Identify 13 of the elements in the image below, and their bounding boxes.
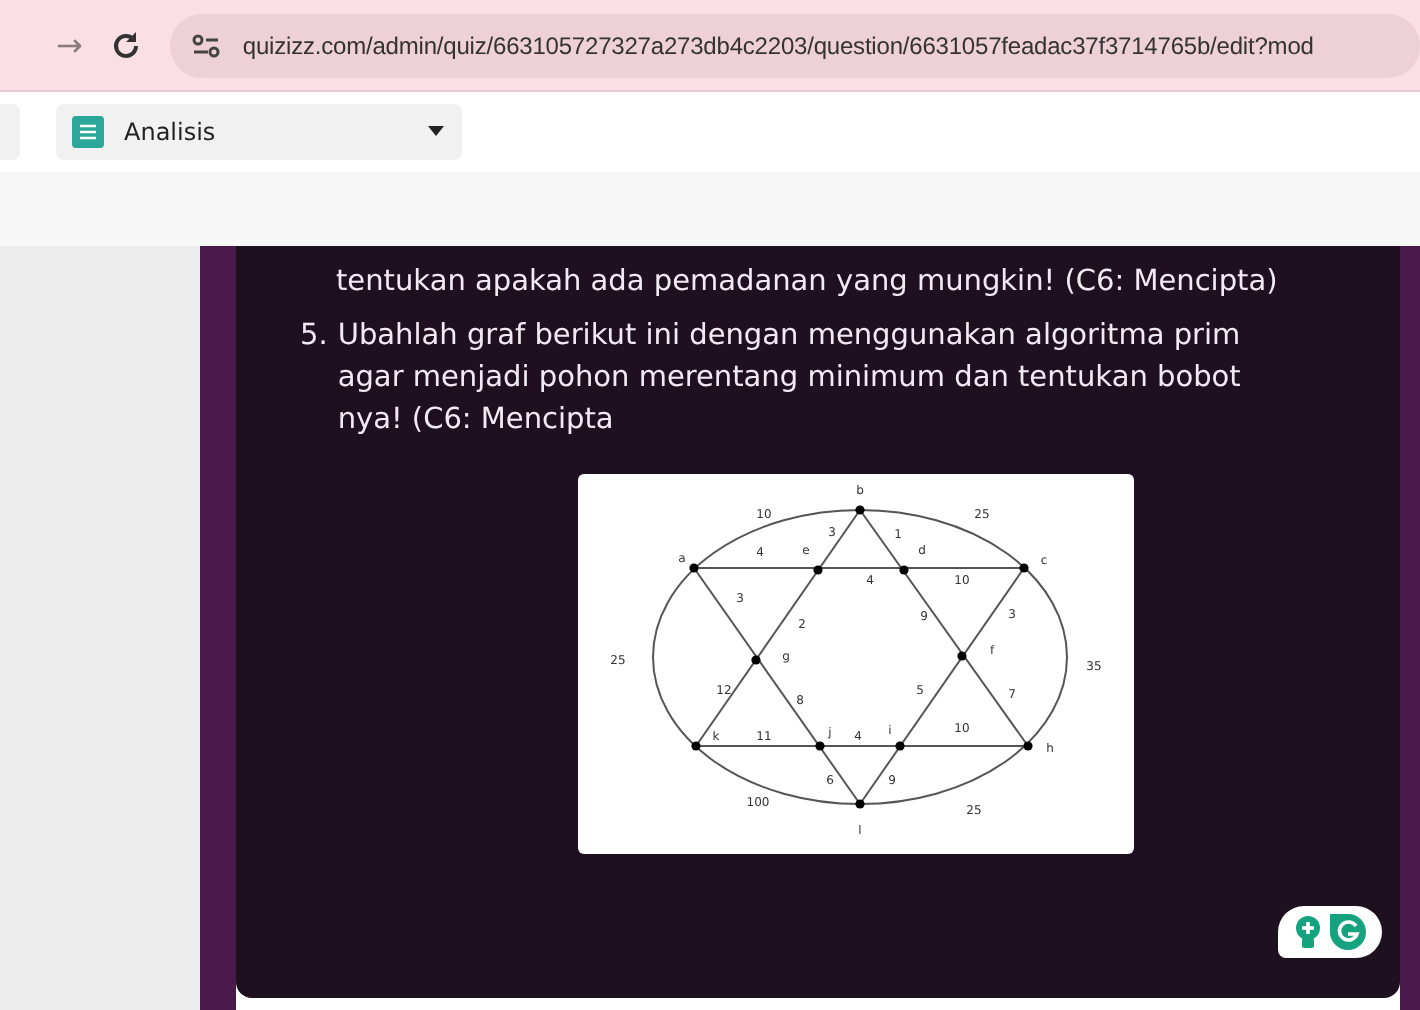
caret-icon (426, 126, 446, 138)
reload-icon[interactable] (110, 29, 143, 61)
address-bar[interactable]: quizizz.com/admin/quiz/663105727327a273db4c2203/question/6631057feadac37f3714765b/edit?mod (170, 13, 1420, 77)
site-settings-icon[interactable] (190, 31, 223, 59)
assistant-widget[interactable] (1278, 906, 1382, 958)
question-text: tentukan apakah ada pemadanan yang mungkin! (C6: Mencipta) (336, 264, 1280, 302)
type-dropdown[interactable]: Analisis (56, 104, 462, 160)
question-text: Ubahlah graf berikut ini dengan menggunakan algoritma prim agar menjadi pohon merentang minimum dan tentukan bobot nya! (C6: Mencipta (337, 318, 1243, 440)
url-text: quizizz.com/admin/quiz/663105727327a273db4c2203/question/6631057feadac37f3714765b/edit?mod (242, 31, 1314, 59)
document-icon (72, 116, 104, 148)
lightbulb-icon[interactable] (1294, 915, 1322, 949)
item-number: 5. (300, 318, 328, 356)
g-logo-icon[interactable] (1330, 914, 1366, 950)
